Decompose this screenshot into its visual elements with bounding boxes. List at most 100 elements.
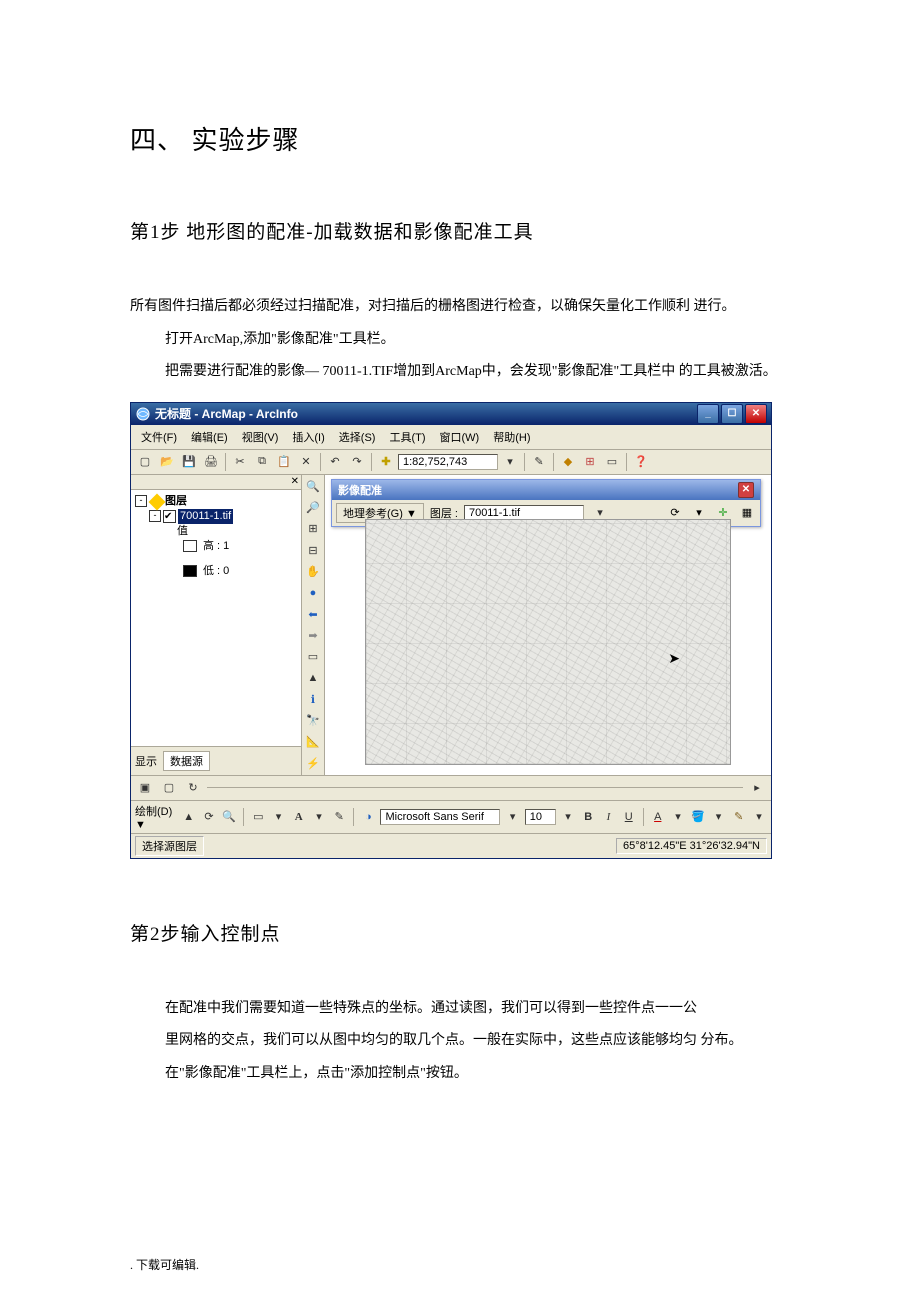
step1-p1: 所有图件扫描后都必须经过扫描配准，对扫描后的栅格图进行检查，以确保矢量化工作顺利… [130,294,790,321]
toc-tab-display[interactable]: 显示 [135,753,157,769]
collapse-icon[interactable]: - [149,510,161,522]
menubar: 文件(F) 编辑(E) 视图(V) 插入(I) 选择(S) 工具(T) 窗口(W… [131,425,771,450]
menu-window[interactable]: 窗口(W) [434,427,486,447]
rectangle-icon[interactable]: ▭ [250,807,266,827]
new-icon[interactable]: ▢ [135,452,155,472]
font-color-dropdown-icon[interactable]: ▾ [670,807,686,827]
underline-icon[interactable]: U [621,807,637,827]
font-size-selector[interactable]: 10 [525,809,556,825]
line-color-icon[interactable]: ✎ [731,807,747,827]
zoom-to-elements-icon[interactable]: 🔍 [221,807,237,827]
collapse-icon[interactable]: - [135,495,147,507]
text-tool-icon[interactable]: A [291,807,307,827]
italic-icon[interactable]: I [600,807,616,827]
pan-icon[interactable]: ✋ [303,562,323,581]
fill-color-icon[interactable]: 🪣 [690,807,706,827]
editor-toolbar-icon[interactable]: ✎ [529,452,549,472]
redo-icon[interactable]: ↷ [347,452,367,472]
close-button[interactable]: ✕ [745,404,767,424]
next-extent-icon[interactable]: ➡ [303,626,323,645]
undo-icon[interactable]: ↶ [325,452,345,472]
size-dropdown-icon[interactable]: ▾ [560,807,576,827]
tools-toolbar: 🔍 🔎 ⊞ ⊟ ✋ ● ⬅ ➡ ▭ ▲ ℹ 🔭 📐 ⚡ [302,475,325,775]
open-icon[interactable]: 📂 [157,452,177,472]
line-color-dropdown-icon[interactable]: ▾ [751,807,767,827]
minimize-button[interactable]: _ [697,404,719,424]
map-canvas[interactable]: 影像配准 ✕ 地理参考(G) ▼ 图层 : 70011-1.tif ▾ ⟳ ▾ … [325,475,771,775]
status-coordinates: 65°8'12.45"E 31°26'32.94"N [616,838,767,854]
menu-file[interactable]: 文件(F) [135,427,183,447]
scale-dropdown-icon[interactable]: ▾ [500,452,520,472]
toc-footer: 显示 数据源 [131,746,301,775]
menu-edit[interactable]: 编辑(E) [185,427,234,447]
rotate-element-icon[interactable]: ⟳ [201,807,217,827]
georef-close-icon[interactable]: ✕ [738,482,754,498]
arcmap-app-icon [135,406,151,422]
text-dropdown-icon[interactable]: ▾ [311,807,327,827]
view-link-table-icon[interactable]: ▦ [738,504,756,522]
menu-view[interactable]: 视图(V) [236,427,285,447]
data-view-icon[interactable]: ▣ [135,778,155,798]
font-color-icon[interactable]: A [650,807,666,827]
paste-icon[interactable]: 📋 [274,452,294,472]
step1-p3: 把需要进行配准的影像— 70011-1.TIF增加到ArcMap中，会发现"影像… [130,359,790,386]
toc-close-icon[interactable]: ✕ [291,476,299,487]
refresh-icon[interactable]: ↻ [183,778,203,798]
font-selector[interactable]: Microsoft Sans Serif [380,809,500,825]
zoom-in-icon[interactable]: 🔍 [303,477,323,496]
arccatalog-icon[interactable]: ◆ [558,452,578,472]
select-elements-icon[interactable]: ▲ [303,668,323,687]
menu-help[interactable]: 帮助(H) [487,427,536,447]
font-dropdown-icon[interactable]: ▾ [504,807,520,827]
scroll-right-icon[interactable]: ▸ [747,778,767,798]
delete-icon[interactable]: ✕ [296,452,316,472]
fixed-zoom-in-icon[interactable]: ⊞ [303,519,323,538]
copy-icon[interactable]: ⧉ [252,452,272,472]
find-icon[interactable]: 🔭 [303,711,323,730]
menu-insert[interactable]: 插入(I) [286,427,330,447]
map-and-tools: 🔍 🔎 ⊞ ⊟ ✋ ● ⬅ ➡ ▭ ▲ ℹ 🔭 📐 ⚡ [302,475,771,775]
select-features-icon[interactable]: ▭ [303,647,323,666]
bold-icon[interactable]: B [580,807,596,827]
toc-layer-label: 70011-1.tif [178,509,233,524]
fixed-zoom-out-icon[interactable]: ⊟ [303,541,323,560]
step2-p1: 在配准中我们需要知道一些特殊点的坐标。通过读图，我们可以得到一些控件点一一公 [130,996,790,1023]
identify-icon[interactable]: ℹ [303,690,323,709]
arctoolbox-icon[interactable]: ⊞ [580,452,600,472]
cursor-icon: ➤ [668,650,680,667]
hyperlink-icon[interactable]: ⚡ [303,753,323,772]
separator [643,808,644,826]
layout-view-icon[interactable]: ▢ [159,778,179,798]
command-line-icon[interactable]: ▭ [602,452,622,472]
status-message: 选择源图层 [135,836,204,856]
measure-icon[interactable]: 📐 [303,732,323,751]
zoom-out-icon[interactable]: 🔎 [303,498,323,517]
full-extent-icon[interactable]: ● [303,583,323,602]
prev-extent-icon[interactable]: ⬅ [303,604,323,623]
toc-low-label: 低 : 0 [203,564,229,579]
step2-title: 第2步输入控制点 [130,919,790,946]
toc-root-row[interactable]: - 图层 [135,494,297,509]
toc-high-row: 高 : 1 [135,539,297,554]
toc-value-row: 值 [135,524,297,539]
titlebar: 无标题 - ArcMap - ArcInfo _ ☐ ✕ [131,403,771,425]
cut-icon[interactable]: ✂ [230,452,250,472]
separator [524,453,525,471]
callout-icon[interactable]: ◑ [360,807,376,827]
layer-visibility-checkbox[interactable] [163,510,176,523]
maximize-button[interactable]: ☐ [721,404,743,424]
shape-dropdown-icon[interactable]: ▾ [270,807,286,827]
scale-input[interactable]: 1:82,752,743 [398,454,498,470]
menu-tools[interactable]: 工具(T) [383,427,431,447]
fill-color-dropdown-icon[interactable]: ▾ [710,807,726,827]
edit-vertices-icon[interactable]: ✎ [331,807,347,827]
draw-menu[interactable]: 绘制(D) ▼ [135,803,177,831]
add-data-icon[interactable]: ✚ [376,452,396,472]
print-icon[interactable]: 🖨 [201,452,221,472]
toc-tab-source[interactable]: 数据源 [163,751,210,771]
save-icon[interactable]: 💾 [179,452,199,472]
select-elements-icon[interactable]: ▲ [181,807,197,827]
whatsthis-icon[interactable]: ❓ [631,452,651,472]
menu-select[interactable]: 选择(S) [333,427,382,447]
toc-layer-row[interactable]: - 70011-1.tif [135,509,297,524]
